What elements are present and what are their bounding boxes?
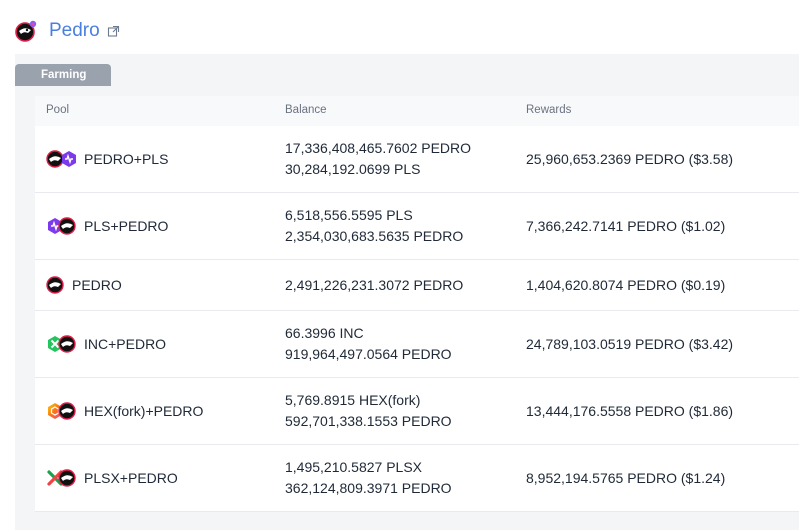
pls-icon <box>60 150 78 168</box>
balance-line: 362,124,809.3971 PEDRO <box>285 480 452 496</box>
balance-line: 1,495,210.5827 PLSX <box>285 459 423 475</box>
balance-line: 919,964,497.0564 PEDRO <box>285 346 452 362</box>
pool-icons <box>46 149 82 169</box>
table-row[interactable]: HEX(fork)+PEDRO 5,769.8915 HEX(fork) 592… <box>35 378 799 445</box>
balance-cell: 6,518,556.5595 PLS 2,354,030,683.5635 PE… <box>285 193 463 259</box>
rewards-cell: 1,404,620.8074 PEDRO ($0.19) <box>526 277 726 293</box>
pool-icons <box>46 275 70 295</box>
balance-cell: 66.3996 INC 919,964,497.0564 PEDRO <box>285 311 452 377</box>
balance-cell: 17,336,408,465.7602 PEDRO 30,284,192.069… <box>285 126 471 192</box>
pool-name: PEDRO+PLS <box>84 151 169 167</box>
rewards-cell: 7,366,242.7141 PEDRO ($1.02) <box>526 218 726 234</box>
pool-name: PLSX+PEDRO <box>84 470 178 486</box>
farming-table: Pool Balance Rewards PEDRO+PLS 17,336,40… <box>35 96 799 512</box>
pedro-icon <box>58 335 76 353</box>
balance-line: 592,701,338.1553 PEDRO <box>285 413 452 429</box>
rewards-cell: 24,789,103.0519 PEDRO ($3.42) <box>526 336 734 352</box>
rewards-cell: 8,952,194.5765 PEDRO ($1.24) <box>526 470 726 486</box>
rewards-cell: 25,960,653.2369 PEDRO ($3.58) <box>526 151 734 167</box>
table-header: Pool Balance Rewards <box>35 96 799 126</box>
tab-farming[interactable]: Farming <box>15 64 111 86</box>
pool-cell: PLS+PEDRO <box>46 193 168 259</box>
pool-cell: PLSX+PEDRO <box>46 445 178 511</box>
balance-line: 2,354,030,683.5635 PEDRO <box>285 228 464 244</box>
column-header-balance: Balance <box>285 104 327 116</box>
pool-cell: PEDRO <box>46 260 122 310</box>
column-header-pool: Pool <box>46 104 70 116</box>
balance-line: 66.3996 INC <box>285 325 364 341</box>
balance-line: 2,491,226,231.3072 PEDRO <box>285 276 464 293</box>
rewards-cell: 13,444,176.5558 PEDRO ($1.86) <box>526 403 734 419</box>
pedro-icon <box>58 217 76 235</box>
table-row[interactable]: PEDRO+PLS 17,336,408,465.7602 PEDRO 30,2… <box>35 126 799 193</box>
balance-line: 17,336,408,465.7602 PEDRO <box>285 140 472 156</box>
pedro-icon <box>46 276 64 294</box>
page-header: Pedro <box>15 14 120 48</box>
pool-name: PEDRO <box>72 277 122 293</box>
page-title[interactable]: Pedro <box>49 20 100 42</box>
pool-cell: PEDRO+PLS <box>46 126 168 192</box>
balance-cell: 2,491,226,231.3072 PEDRO <box>285 260 463 310</box>
pool-icons <box>46 216 82 236</box>
column-header-rewards: Rewards <box>526 104 572 116</box>
pool-cell: INC+PEDRO <box>46 311 166 377</box>
table-row[interactable]: PEDRO 2,491,226,231.3072 PEDRO 1,404,620… <box>35 260 799 311</box>
table-row[interactable]: PLS+PEDRO 6,518,556.5595 PLS 2,354,030,6… <box>35 193 799 260</box>
balance-line: 30,284,192.0699 PLS <box>285 161 421 177</box>
pool-icons <box>46 468 82 488</box>
balance-line: 6,518,556.5595 PLS <box>285 207 413 223</box>
pedro-icon <box>58 469 76 487</box>
pedro-icon <box>58 402 76 420</box>
pedro-logo-icon <box>15 20 37 42</box>
pool-icons <box>46 401 82 421</box>
pool-name: PLS+PEDRO <box>84 218 169 234</box>
table-row[interactable]: PLSX+PEDRO 1,495,210.5827 PLSX 362,124,8… <box>35 445 799 512</box>
balance-cell: 1,495,210.5827 PLSX 362,124,809.3971 PED… <box>285 445 452 511</box>
pool-name: HEX(fork)+PEDRO <box>84 403 204 419</box>
balance-cell: 5,769.8915 HEX(fork) 592,701,338.1553 PE… <box>285 378 452 444</box>
pool-name: INC+PEDRO <box>84 336 167 352</box>
table-row[interactable]: INC+PEDRO 66.3996 INC 919,964,497.0564 P… <box>35 311 799 378</box>
pool-icons <box>46 334 82 354</box>
balance-line: 5,769.8915 HEX(fork) <box>285 392 421 408</box>
pool-cell: HEX(fork)+PEDRO <box>46 378 203 444</box>
external-link-icon[interactable] <box>107 25 120 38</box>
